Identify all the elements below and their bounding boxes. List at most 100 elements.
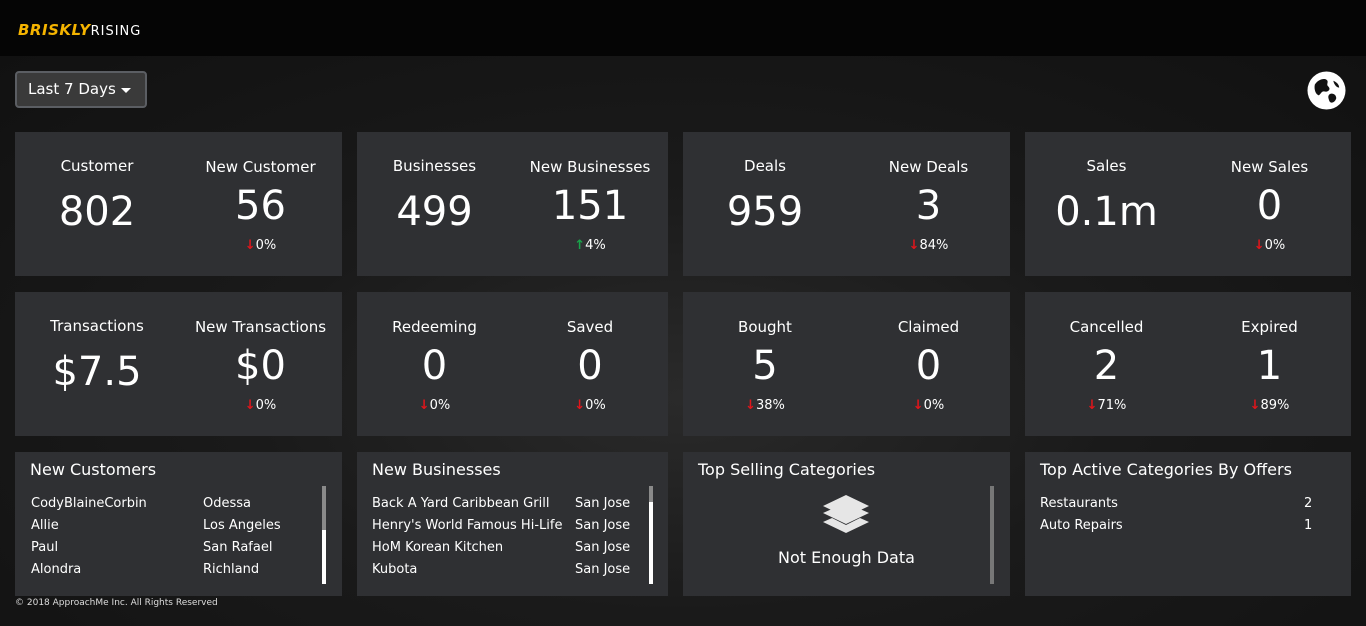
stat-value: 151: [551, 183, 629, 229]
stat-label: Businesses: [392, 157, 477, 175]
stat-value: 5: [752, 343, 778, 389]
customer-city: Richland: [203, 562, 260, 577]
transactions-card: Transactions $7.5 New Transactions $0 ↓0…: [15, 292, 342, 436]
arrow-up-icon: ↑: [574, 238, 586, 253]
stat-change: 89%: [1260, 398, 1290, 413]
customer-name[interactable]: Paul: [31, 540, 58, 555]
globe-icon[interactable]: [1307, 71, 1346, 110]
top-bar: BRISKLYRISING: [0, 0, 1366, 56]
panel-title: Top Active Categories By Offers: [1040, 460, 1292, 479]
arrow-down-icon: ↓: [1086, 398, 1098, 413]
stat-change: 0%: [585, 398, 606, 413]
stat-value: 0.1m: [1055, 189, 1158, 235]
arrow-down-icon: ↓: [912, 398, 924, 413]
stat-value: 0: [1256, 183, 1283, 229]
new-customers-panel: New Customers CodyBlaineCorbin Odessa Al…: [15, 452, 342, 596]
customer-name[interactable]: CodyBlaineCorbin: [31, 496, 147, 511]
scrollbar-thumb[interactable]: [322, 530, 326, 584]
business-city: San Jose: [575, 518, 631, 533]
arrow-down-icon: ↓: [1253, 238, 1265, 253]
stat-label: Bought: [738, 318, 792, 336]
cancelled-expired-card: Cancelled 2 ↓71% Expired 1 ↓89%: [1025, 292, 1351, 436]
customer-name[interactable]: Alondra: [31, 562, 81, 577]
stat-change: 38%: [756, 398, 785, 413]
arrow-down-icon: ↓: [574, 398, 586, 413]
stat-change: 0%: [1264, 238, 1286, 253]
scrollbar-thumb[interactable]: [649, 502, 653, 584]
customer-city: Odessa: [203, 496, 251, 511]
stat-change: 71%: [1097, 398, 1127, 413]
bought-claimed-card: Bought 5 ↓38% Claimed 0 ↓0%: [683, 292, 1010, 436]
logo-part2: RISING: [90, 24, 142, 39]
stat-label: Expired: [1241, 318, 1298, 336]
stat-value: 3: [915, 183, 942, 229]
top-active-panel: Top Active Categories By Offers Restaura…: [1025, 452, 1351, 596]
stat-value: 0: [915, 343, 942, 389]
date-range-label: Last 7 Days: [28, 80, 116, 98]
stat-label: Cancelled: [1069, 318, 1144, 336]
caret-down-icon: [121, 88, 131, 93]
stat-value: 2: [1093, 343, 1120, 389]
business-city: San Jose: [575, 496, 631, 511]
footer-copyright: © 2018 ApproachMe Inc. All Rights Reserv…: [15, 598, 218, 608]
stat-change: 0%: [255, 398, 277, 413]
stat-label: Claimed: [897, 318, 960, 336]
business-name[interactable]: Henry's World Famous Hi-Life: [372, 518, 562, 533]
stat-value: $7.5: [52, 349, 142, 395]
business-city: San Jose: [575, 540, 631, 555]
businesses-card: Businesses 499 New Businesses 151 ↑4%: [357, 132, 668, 276]
scrollbar[interactable]: [990, 486, 994, 584]
business-name[interactable]: HoM Korean Kitchen: [372, 540, 503, 555]
stat-change: 0%: [255, 238, 277, 253]
app-logo[interactable]: BRISKLYRISING: [18, 20, 141, 40]
stat-change: 0%: [429, 398, 451, 413]
stat-change: 84%: [919, 238, 949, 253]
category-count: 2: [1304, 496, 1313, 511]
arrow-down-icon: ↓: [1249, 398, 1261, 413]
stat-value: 0: [421, 343, 448, 389]
stat-change: 4%: [585, 238, 606, 253]
category-count: 1: [1304, 518, 1313, 533]
stat-label: Redeeming: [392, 318, 477, 336]
arrow-down-icon: ↓: [908, 238, 920, 253]
stat-value: 499: [396, 189, 473, 235]
deals-card: Deals 959 New Deals 3 ↓84%: [683, 132, 1010, 276]
stat-value: 0: [577, 343, 603, 389]
business-city: San Jose: [575, 562, 631, 577]
logo-part1: BRISKLY: [18, 21, 91, 39]
top-selling-panel: Top Selling Categories Not Enough Data: [683, 452, 1010, 596]
arrow-down-icon: ↓: [745, 398, 756, 413]
stat-label: Sales: [1086, 157, 1127, 175]
stat-label: Transactions: [50, 317, 144, 335]
category-name[interactable]: Restaurants: [1040, 496, 1118, 511]
arrow-down-icon: ↓: [244, 398, 256, 413]
panel-title: New Customers: [30, 460, 157, 479]
empty-state-text: Not Enough Data: [778, 548, 915, 567]
panel-title: New Businesses: [372, 460, 501, 479]
date-range-dropdown[interactable]: Last 7 Days: [15, 71, 147, 108]
business-name[interactable]: Kubota: [372, 562, 417, 577]
customer-city: San Rafael: [203, 540, 273, 555]
stat-value: 56: [235, 183, 286, 229]
stat-label: Customer: [60, 157, 134, 175]
stat-label: New Transactions: [194, 318, 327, 336]
redeeming-saved-card: Redeeming 0 ↓0% Saved 0 ↓0%: [357, 292, 668, 436]
stat-label: Saved: [566, 318, 614, 336]
layers-icon: [823, 495, 869, 533]
customer-card: Customer 802 New Customer 56 ↓0%: [15, 132, 342, 276]
business-name[interactable]: Back A Yard Caribbean Grill: [372, 496, 549, 511]
stat-label: New Sales: [1230, 158, 1309, 176]
new-businesses-panel: New Businesses Back A Yard Caribbean Gri…: [357, 452, 668, 596]
stat-value: 802: [58, 189, 136, 235]
arrow-down-icon: ↓: [244, 238, 256, 253]
customer-name[interactable]: Allie: [31, 518, 59, 533]
stat-label: New Customer: [205, 158, 316, 176]
stat-value: 959: [726, 189, 804, 235]
category-name[interactable]: Auto Repairs: [1040, 518, 1123, 533]
sales-card: Sales 0.1m New Sales 0 ↓0%: [1025, 132, 1351, 276]
stat-value: 1: [1256, 343, 1283, 389]
stat-label: New Businesses: [529, 158, 651, 176]
customer-city: Los Angeles: [203, 518, 281, 533]
arrow-down-icon: ↓: [418, 398, 430, 413]
stat-value: $0: [235, 343, 286, 389]
